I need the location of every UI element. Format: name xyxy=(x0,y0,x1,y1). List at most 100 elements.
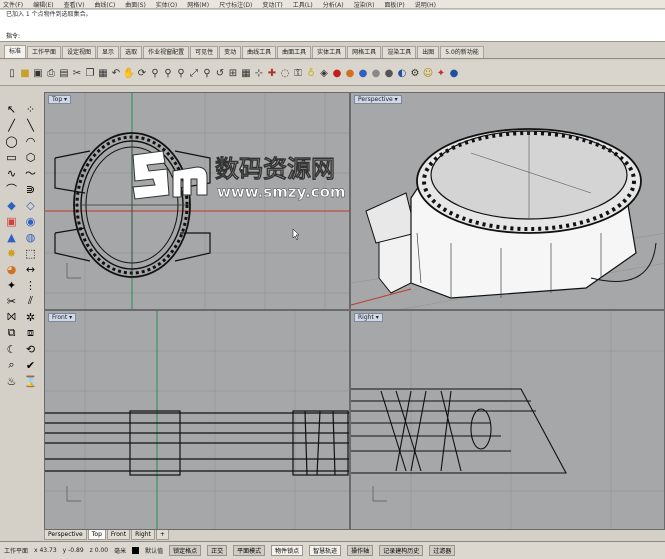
boolean-icon[interactable]: ◍ xyxy=(23,230,38,244)
help-icon[interactable]: ● xyxy=(448,65,460,82)
circle-icon[interactable]: ◯ xyxy=(4,134,19,148)
join-icon[interactable]: ⨝ xyxy=(4,310,19,324)
menu-tools[interactable]: 工具(L) xyxy=(293,0,313,9)
polyline-icon[interactable]: ╱ xyxy=(4,118,19,132)
gray-sphere-icon[interactable]: ● xyxy=(370,65,382,82)
grid-icon[interactable]: ▦ xyxy=(240,65,252,82)
render-sphere-icon[interactable]: ● xyxy=(344,65,356,82)
tab-viewport-layout[interactable]: 作业视窗配置 xyxy=(143,46,190,58)
menu-mesh[interactable]: 网格(M) xyxy=(187,0,209,9)
flow-icon[interactable]: ♨ xyxy=(4,374,19,388)
status-cplane[interactable]: 工作平面 xyxy=(4,546,28,555)
open-folder-icon[interactable]: ■ xyxy=(19,65,31,82)
smiley-icon[interactable]: ☺ xyxy=(422,65,434,82)
ungroup-icon[interactable]: ⧈ xyxy=(23,326,38,340)
object-properties-icon[interactable]: ● xyxy=(331,65,343,82)
import-icon[interactable]: ▤ xyxy=(58,65,70,82)
zoom-selected-icon[interactable]: ⚲ xyxy=(201,65,213,82)
extrude-surface-icon[interactable]: ◇ xyxy=(23,198,38,212)
menu-analyze[interactable]: 分析(A) xyxy=(323,0,344,9)
zoom-dynamic-icon[interactable]: ⚲ xyxy=(175,65,187,82)
new-file-icon[interactable]: ▯ xyxy=(6,65,18,82)
zoom-window-icon[interactable]: ⚲ xyxy=(162,65,174,82)
tab-visibility[interactable]: 可见性 xyxy=(190,46,219,58)
curve-icon[interactable]: ∿ xyxy=(4,166,19,180)
menu-panels[interactable]: 面板(P) xyxy=(384,0,404,9)
ortho-toggle[interactable]: 正交 xyxy=(207,545,228,556)
arc-icon[interactable]: ◠ xyxy=(23,134,38,148)
menu-curve[interactable]: 曲线(C) xyxy=(94,0,115,9)
menu-solid[interactable]: 实体(O) xyxy=(156,0,177,9)
trim-icon[interactable]: ✂ xyxy=(4,294,19,308)
history-icon[interactable]: ⌛ xyxy=(23,374,38,388)
viewport-title-right[interactable]: Right ▾ xyxy=(354,313,383,322)
tab-set-view[interactable]: 设定视图 xyxy=(62,46,97,58)
tab-drafting[interactable]: 出图 xyxy=(417,46,440,58)
surface-corner-icon[interactable]: ◆ xyxy=(4,198,19,212)
analyze-icon[interactable]: ⌕ xyxy=(4,358,19,372)
command-input[interactable]: 指令: xyxy=(0,31,665,42)
blend-icon[interactable]: ☾ xyxy=(4,342,19,356)
record-history-toggle[interactable]: 记录建构历史 xyxy=(379,545,424,556)
options-gear-icon[interactable]: ⚙ xyxy=(409,65,421,82)
menu-render[interactable]: 渲染(R) xyxy=(354,0,375,9)
cplane-icon[interactable]: ⊹ xyxy=(253,65,265,82)
light-bulb-icon[interactable]: ♁ xyxy=(305,65,317,82)
group-icon[interactable]: ⧉ xyxy=(4,326,19,340)
pan-hand-icon[interactable]: ✋ xyxy=(123,65,135,82)
tab-new-in-v5[interactable]: 5.0的新功能 xyxy=(440,46,484,58)
tab-transform[interactable]: 变动 xyxy=(219,46,242,58)
gumball-toggle[interactable]: 操作轴 xyxy=(347,545,374,556)
rotate-view-icon[interactable]: ⟳ xyxy=(136,65,148,82)
osnap-toggle[interactable]: 物件锁点 xyxy=(271,545,304,556)
viewport-title-top[interactable]: Top ▾ xyxy=(48,95,72,104)
tab-cplanes[interactable]: 工作平面 xyxy=(27,46,62,58)
new-features-icon[interactable]: ✦ xyxy=(435,65,447,82)
box-solid-icon[interactable]: ▣ xyxy=(4,214,19,228)
explode-icon[interactable]: ✲ xyxy=(23,310,38,324)
line-icon[interactable]: ╲ xyxy=(23,118,38,132)
menu-help[interactable]: 说明(H) xyxy=(415,0,436,9)
check-icon[interactable]: ✔ xyxy=(23,358,38,372)
sphere-solid-icon[interactable]: ◉ xyxy=(23,214,38,228)
menu-edit[interactable]: 编辑(E) xyxy=(33,0,53,9)
viewport-tab-right[interactable]: Right xyxy=(131,530,155,540)
menu-transform[interactable]: 变动(T) xyxy=(262,0,282,9)
select-arrow-icon[interactable]: ↖ xyxy=(4,102,19,116)
polygon-icon[interactable]: ⬡ xyxy=(23,150,38,164)
zoom-icon[interactable]: ⚲ xyxy=(149,65,161,82)
point-icon[interactable]: ⁘ xyxy=(23,102,38,116)
snap-grid-toggle[interactable]: 锁定格点 xyxy=(169,545,202,556)
tab-surface-tools[interactable]: 曲面工具 xyxy=(277,46,312,58)
add-viewport-button[interactable]: + xyxy=(155,530,169,540)
status-layer-swatch[interactable] xyxy=(132,547,140,554)
layer-icon[interactable]: ◈ xyxy=(318,65,330,82)
four-view-icon[interactable]: ⊞ xyxy=(227,65,239,82)
status-layer[interactable]: 默认值 xyxy=(145,546,163,555)
copy-icon[interactable]: ❐ xyxy=(84,65,96,82)
zoom-extents-icon[interactable]: ⤢ xyxy=(188,65,200,82)
freeform-icon[interactable]: 〜 xyxy=(23,166,38,180)
tab-render-tools[interactable]: 渲染工具 xyxy=(382,46,417,58)
rebuild-icon[interactable]: ⟲ xyxy=(23,342,38,356)
planar-toggle[interactable]: 平面模式 xyxy=(233,545,266,556)
viewport-front[interactable]: Front ▾ xyxy=(44,310,350,530)
menu-surface[interactable]: 曲面(S) xyxy=(125,0,146,9)
move-icon[interactable]: ✚ xyxy=(266,65,278,82)
smart-track-toggle[interactable]: 智慧轨迹 xyxy=(309,545,342,556)
print-icon[interactable]: ⎙ xyxy=(45,65,57,82)
tab-select[interactable]: 选取 xyxy=(120,46,143,58)
environment-icon[interactable]: ◐ xyxy=(396,65,408,82)
viewport-right[interactable]: Right ▾ xyxy=(350,310,665,530)
dimension-icon[interactable]: ↔ xyxy=(23,262,38,276)
render-icon[interactable]: ◕ xyxy=(4,262,19,276)
menu-dimension[interactable]: 尺寸标注(D) xyxy=(219,0,252,9)
extrude-solid-icon[interactable]: ▲ xyxy=(4,230,19,244)
select-filter-icon[interactable]: ◌ xyxy=(279,65,291,82)
cut-icon[interactable]: ✂ xyxy=(71,65,83,82)
lock-icon[interactable]: ⚿ xyxy=(292,65,304,82)
tab-standard[interactable]: 标准 xyxy=(4,45,27,58)
material-sphere-icon[interactable]: ● xyxy=(357,65,369,82)
paste-icon[interactable]: ▦ xyxy=(97,65,109,82)
fillet-curve-icon[interactable]: ⌒ xyxy=(4,182,19,196)
